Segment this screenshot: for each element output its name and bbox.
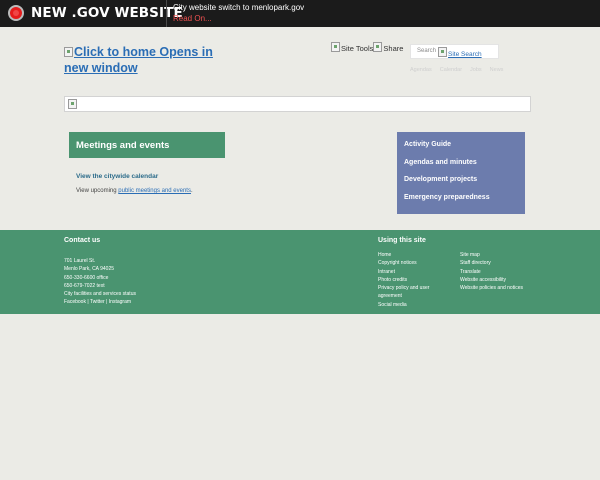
footer-link-staff-directory[interactable]: Staff directory [460,259,524,267]
footer-link-intranet[interactable]: Intranet [378,268,442,276]
upcoming-meetings-text: View upcoming public meetings and events… [76,188,193,194]
banner-read-on-link[interactable]: Read On... [173,14,212,23]
site-search-label: Site Search [448,51,482,58]
facilities-status-link[interactable]: City facilities and services status [64,290,136,298]
contact-us-heading: Contact us [64,237,101,244]
alert-dot-icon [8,5,24,21]
broken-image-icon [68,99,77,109]
broken-image-icon [331,42,340,52]
search-placeholder: Search [417,48,437,54]
contact-list: 701 Laurel St. Menlo Park, CA 94025 650-… [64,257,136,307]
search-input[interactable]: Search Site Search [410,44,499,59]
broken-image-icon [64,47,73,57]
footer-links-col2: Site map Staff directory Translate Websi… [460,251,524,292]
citywide-calendar-link[interactable]: View the citywide calendar [76,173,158,180]
contact-city: Menlo Park, CA 94025 [64,266,115,273]
banner-divider [166,0,167,27]
contact-phone-office[interactable]: 650-330-6600 office [64,274,136,282]
meetings-heading: Meetings and events [69,132,225,158]
site-tools-label: Site Tools [341,44,374,53]
quick-links-panel: Activity Guide Agendas and minutes Devel… [397,132,525,214]
upcoming-prefix: View upcoming [76,188,117,194]
footer-link-copyright[interactable]: Copyright notices [378,259,442,267]
footer-link-home[interactable]: Home [378,251,442,259]
footer-link-translate[interactable]: Translate [460,268,524,276]
footer-link-policies[interactable]: Website policies and notices [460,284,524,292]
using-site-heading: Using this site [378,237,426,244]
social-links: Facebook | Twitter | Instagram [64,298,136,306]
upcoming-suffix: . [190,188,193,194]
quick-link-jobs[interactable]: Jobs [470,67,482,73]
footer-link-site-map[interactable]: Site map [460,251,524,259]
contact-address: 701 Laurel St. [64,258,96,264]
broken-image-icon [438,47,447,57]
banner-title: NEW .GOV WEBSITE [31,5,183,21]
footer-link-privacy[interactable]: Privacy policy and user agreement [378,284,442,301]
banner-image-bar [64,96,531,112]
site-search-button[interactable]: Site Search [438,47,482,58]
development-projects-link[interactable]: Development projects [404,176,525,194]
footer-link-photo-credits[interactable]: Photo credits [378,276,442,284]
home-logo-link[interactable]: Click to home Opens in new window [64,44,234,76]
public-meetings-link[interactable]: public meetings and events [118,188,191,194]
footer-link-social-media[interactable]: Social media [378,301,442,309]
site-tools-button[interactable]: Site Tools [331,42,374,53]
footer-link-accessibility[interactable]: Website accessibility [460,276,524,284]
activity-guide-link[interactable]: Activity Guide [404,141,525,159]
site-tools-bar: Site Tools Share [331,42,403,53]
contact-phone-text[interactable]: 650-679-7022 text [64,282,136,290]
quick-link-agendas[interactable]: Agendas [410,67,432,73]
header-quick-links: Agendas Calendar Jobs News [410,67,503,73]
site-footer: Contact us 701 Laurel St. Menlo Park, CA… [0,230,600,314]
share-button[interactable]: Share [373,42,404,53]
share-label: Share [383,44,404,53]
broken-image-icon [373,42,383,52]
twitter-link[interactable]: Twitter [90,299,105,305]
banner-message: City website switch to menlopark.gov [173,3,305,12]
gov-banner: NEW .GOV WEBSITE City website switch to … [0,0,600,27]
home-link-text: Click to home Opens in new window [64,45,213,75]
agendas-minutes-link[interactable]: Agendas and minutes [404,159,525,177]
facebook-link[interactable]: Facebook [64,299,86,305]
instagram-link[interactable]: Instagram [109,299,131,305]
footer-links-col1: Home Copyright notices Intranet Photo cr… [378,251,442,309]
quick-link-calendar[interactable]: Calendar [440,67,462,73]
quick-link-news[interactable]: News [490,67,504,73]
emergency-preparedness-link[interactable]: Emergency preparedness [404,194,525,212]
